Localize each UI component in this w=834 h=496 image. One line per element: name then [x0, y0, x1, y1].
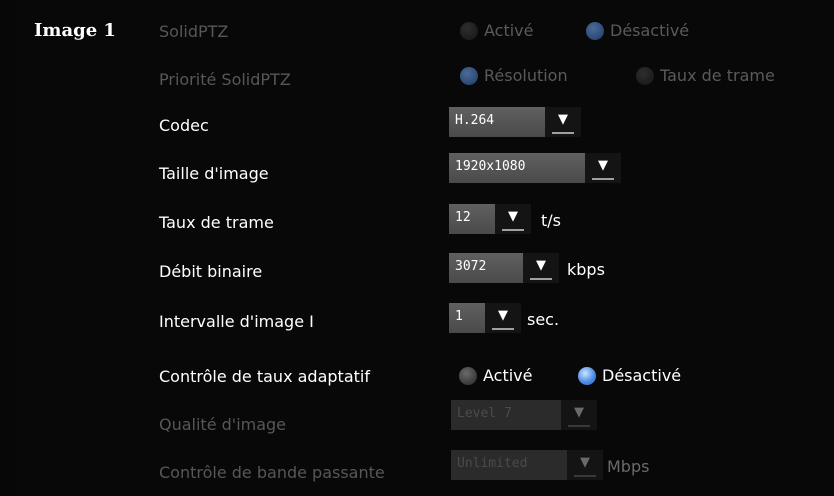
frame-rate-select[interactable]: 12 ▼	[449, 204, 531, 234]
solidptz-radio-on[interactable]: Activé	[460, 21, 534, 40]
bandwidth-select[interactable]: Unlimited ▼	[451, 450, 603, 480]
i-frame-interval-select[interactable]: 1 ▼	[449, 303, 521, 333]
i-frame-interval-label: Intervalle d'image I	[159, 312, 314, 331]
radio-button-icon	[460, 66, 478, 85]
image-quality-select[interactable]: Level 7 ▼	[451, 400, 597, 430]
bandwidth-unit: Mbps	[607, 457, 650, 476]
adaptive-rate-radio-off[interactable]: Désactivé	[578, 366, 681, 385]
frame-rate-unit: t/s	[541, 211, 561, 230]
radio-button-icon	[586, 21, 604, 40]
dropdown-arrow-icon[interactable]: ▼	[495, 204, 531, 234]
bandwidth-value: Unlimited	[451, 450, 567, 480]
i-frame-interval-unit: sec.	[527, 310, 560, 329]
priority-radio-framerate[interactable]: Taux de trame	[636, 66, 775, 85]
radio-button-icon	[460, 21, 478, 40]
bitrate-select[interactable]: 3072 ▼	[449, 253, 559, 283]
bitrate-label: Débit binaire	[159, 262, 263, 281]
image-size-value: 1920x1080	[449, 153, 585, 183]
image-size-label: Taille d'image	[159, 164, 269, 183]
i-frame-interval-value: 1	[449, 303, 485, 333]
adaptive-rate-label: Contrôle de taux adaptatif	[159, 367, 370, 386]
dropdown-arrow-icon[interactable]: ▼	[567, 450, 603, 480]
codec-select[interactable]: H.264 ▼	[449, 107, 581, 137]
frame-rate-value: 12	[449, 204, 495, 234]
dropdown-arrow-icon[interactable]: ▼	[523, 253, 559, 283]
adaptive-rate-radio-on[interactable]: Activé	[459, 366, 533, 385]
dropdown-arrow-icon[interactable]: ▼	[485, 303, 521, 333]
bitrate-value: 3072	[449, 253, 523, 283]
dropdown-arrow-icon[interactable]: ▼	[561, 400, 597, 430]
solidptz-priority-label: Priorité SolidPTZ	[159, 70, 291, 89]
priority-radio-resolution[interactable]: Résolution	[460, 66, 568, 85]
codec-value: H.264	[449, 107, 545, 137]
radio-button-icon	[578, 366, 596, 385]
bitrate-unit: kbps	[567, 260, 605, 279]
codec-label: Codec	[159, 116, 209, 135]
image-size-select[interactable]: 1920x1080 ▼	[449, 153, 621, 183]
solidptz-radio-off[interactable]: Désactivé	[586, 21, 689, 40]
image-quality-value: Level 7	[451, 400, 561, 430]
dropdown-arrow-icon[interactable]: ▼	[545, 107, 581, 137]
bandwidth-label: Contrôle de bande passante	[159, 463, 385, 482]
radio-button-icon	[636, 66, 654, 85]
frame-rate-label: Taux de trame	[159, 213, 274, 232]
dropdown-arrow-icon[interactable]: ▼	[585, 153, 621, 183]
radio-button-icon	[459, 366, 477, 385]
solidptz-label: SolidPTZ	[159, 22, 229, 41]
image-quality-label: Qualité d'image	[159, 415, 287, 434]
section-title: Image 1	[34, 20, 116, 41]
